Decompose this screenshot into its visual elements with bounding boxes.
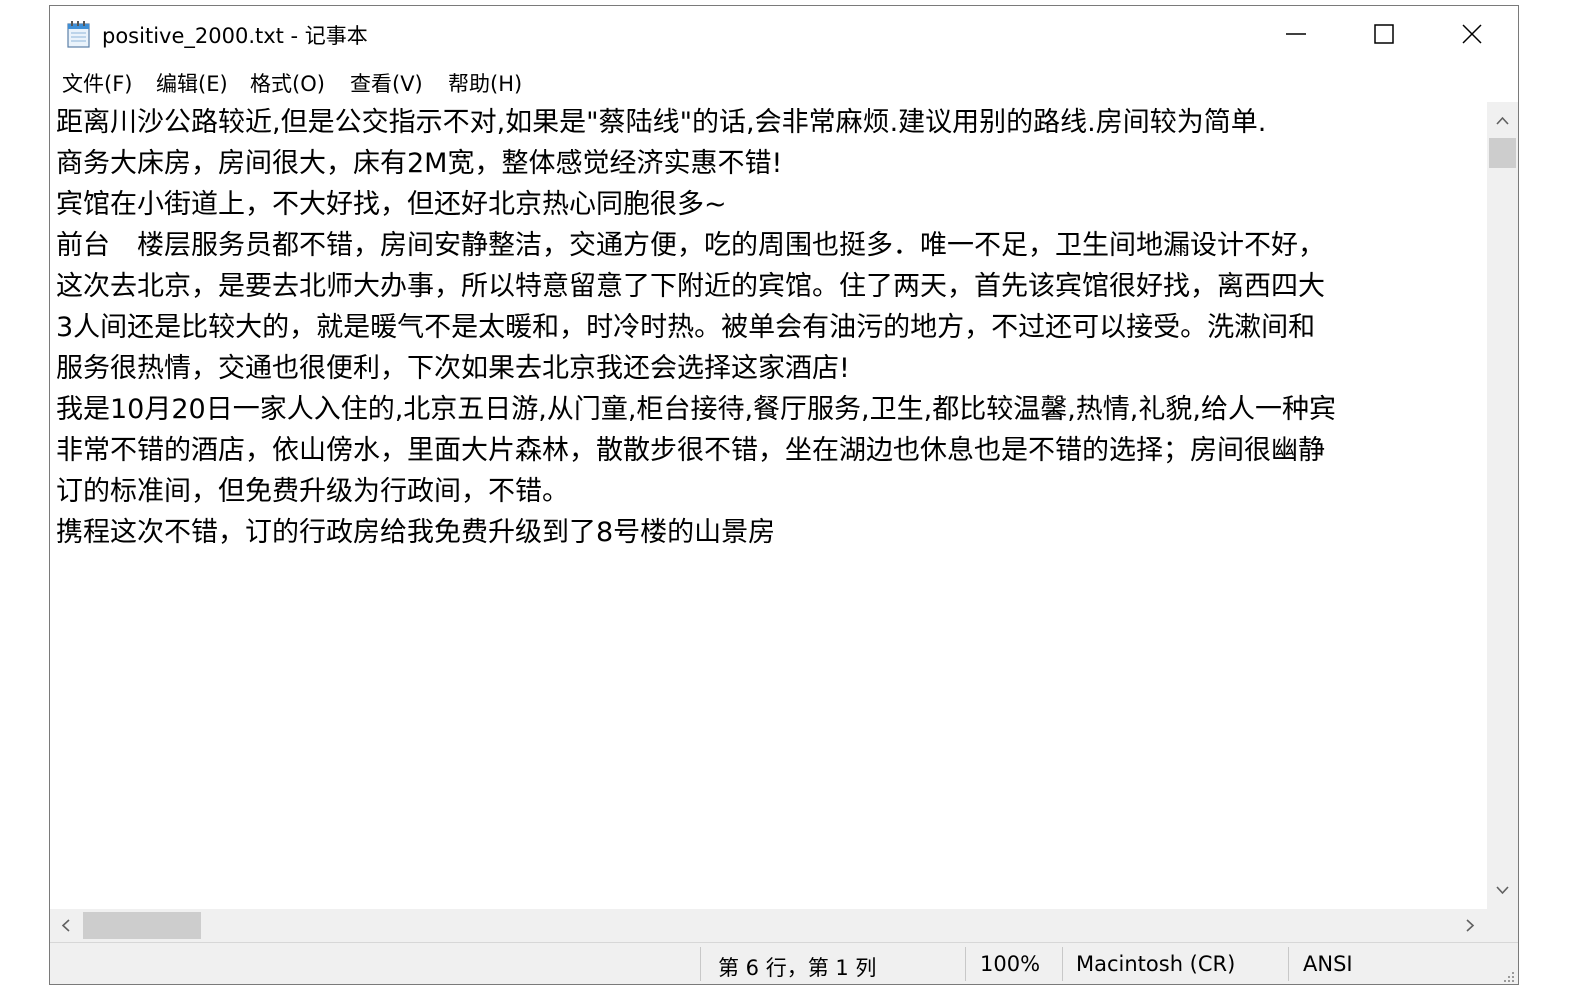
notepad-icon bbox=[66, 20, 92, 48]
status-divider bbox=[965, 947, 966, 981]
text-line: 非常不错的酒店，依山傍水，里面大片森林，散散步很不错，坐在湖边也休息也是不错的选… bbox=[56, 435, 1325, 466]
status-bar: 第 6 行，第 1 列 100% Macintosh (CR) ANSI bbox=[50, 942, 1518, 984]
text-line: 3人间还是比较大的，就是暖气不是太暖和，时冷时热。被单会有油污的地方，不过还可以… bbox=[56, 312, 1316, 343]
scroll-up-icon[interactable] bbox=[1495, 114, 1510, 129]
line-ending: Macintosh (CR) bbox=[1076, 952, 1236, 976]
close-button[interactable] bbox=[1428, 6, 1516, 62]
minimize-icon bbox=[1286, 33, 1306, 35]
text-line: 订的标准间，但免费升级为行政间，不错。 bbox=[56, 476, 569, 507]
menu-bar: 文件(F) 编辑(E) 格式(O) 查看(V) 帮助(H) bbox=[50, 64, 1518, 100]
text-line: 距离川沙公路较近,但是公交指示不对,如果是"蔡陆线"的话,会非常麻烦.建议用别的… bbox=[56, 107, 1267, 138]
window-title: positive_2000.txt - 记事本 bbox=[102, 24, 368, 48]
status-divider bbox=[1288, 947, 1289, 981]
text-line: 商务大床房，房间很大，床有2M宽，整体感觉经济实惠不错! bbox=[56, 148, 783, 179]
scrollbar-corner bbox=[1487, 909, 1518, 942]
menu-edit[interactable]: 编辑(E) bbox=[156, 68, 228, 98]
text-line: 我是10月20日一家人入住的,北京五日游,从门童,柜台接待,餐厅服务,卫生,都比… bbox=[56, 394, 1336, 425]
text-line: 宾馆在小街道上，不大好找，但还好北京热心同胞很多~ bbox=[56, 189, 727, 220]
menu-format[interactable]: 格式(O) bbox=[250, 68, 325, 98]
vertical-scrollbar[interactable] bbox=[1487, 102, 1518, 909]
resize-grip-icon[interactable] bbox=[1500, 968, 1516, 984]
maximize-button[interactable] bbox=[1340, 6, 1428, 62]
vertical-scroll-thumb[interactable] bbox=[1489, 138, 1516, 168]
maximize-icon bbox=[1374, 24, 1394, 44]
encoding: ANSI bbox=[1303, 952, 1353, 976]
text-line: 这次去北京，是要去北师大办事，所以特意留意了下附近的宾馆。住了两天，首先该宾馆很… bbox=[56, 271, 1325, 302]
text-line: 前台 楼层服务员都不错，房间安静整洁，交通方便，吃的周围也挺多．唯一不足，卫生间… bbox=[56, 230, 1325, 261]
horizontal-scroll-thumb[interactable] bbox=[83, 912, 201, 939]
minimize-button[interactable] bbox=[1252, 6, 1340, 62]
scroll-right-icon[interactable] bbox=[1462, 918, 1477, 933]
notepad-window: positive_2000.txt - 记事本 文件(F) 编辑(E) 格式(O… bbox=[49, 5, 1519, 985]
scroll-down-icon[interactable] bbox=[1495, 882, 1510, 897]
status-divider bbox=[700, 947, 701, 981]
text-line: 携程这次不错，订的行政房给我免费升级到了8号楼的山景房 bbox=[56, 517, 776, 548]
scroll-left-icon[interactable] bbox=[59, 918, 74, 933]
status-divider bbox=[1062, 947, 1063, 981]
menu-file[interactable]: 文件(F) bbox=[62, 68, 132, 98]
close-icon bbox=[1462, 24, 1482, 44]
zoom-level: 100% bbox=[980, 952, 1041, 976]
text-line: 服务很热情，交通也很便利，下次如果去北京我还会选择这家酒店! bbox=[56, 353, 850, 384]
editor-content[interactable]: 距离川沙公路较近,但是公交指示不对,如果是"蔡陆线"的话,会非常麻烦.建议用别的… bbox=[56, 102, 1336, 553]
menu-view[interactable]: 查看(V) bbox=[350, 68, 423, 98]
cursor-position: 第 6 行，第 1 列 bbox=[718, 956, 877, 980]
horizontal-scrollbar[interactable] bbox=[50, 909, 1487, 942]
text-editor[interactable]: 距离川沙公路较近,但是公交指示不对,如果是"蔡陆线"的话,会非常麻烦.建议用别的… bbox=[50, 102, 1487, 909]
title-bar[interactable]: positive_2000.txt - 记事本 bbox=[50, 6, 1518, 62]
menu-help[interactable]: 帮助(H) bbox=[448, 68, 522, 98]
